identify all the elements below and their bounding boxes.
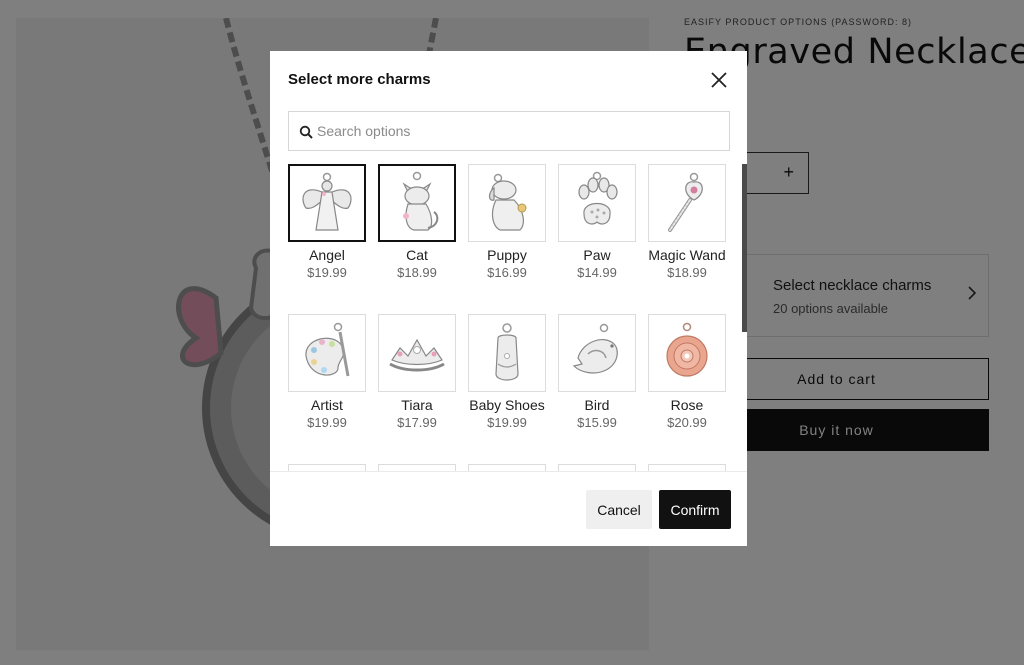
baby-shoe-charm-icon [495,323,519,381]
option-thumbnail [558,464,636,471]
option-thumbnail [468,464,546,471]
option-magic-wand[interactable]: Magic Wand $18.99 [648,164,726,282]
bird-charm-icon [572,323,618,374]
option-name: Bird [584,397,610,413]
option-price: $19.99 [307,265,347,280]
option-name: Tiara [401,397,433,413]
option-price: $17.99 [397,415,437,430]
paw-charm-icon [578,171,618,225]
option-thumbnail-partial[interactable] [558,464,636,471]
option-tiara[interactable]: Tiara $17.99 [378,314,456,432]
option-price: $19.99 [487,415,527,430]
search-input[interactable] [317,112,717,150]
option-price: $16.99 [487,265,527,280]
option-name: Puppy [487,247,527,263]
rose-charm-icon [666,322,708,377]
option-baby-shoes[interactable]: Baby Shoes $19.99 [468,314,546,432]
option-thumbnail [378,164,456,242]
cancel-button[interactable]: Cancel [586,490,652,529]
option-thumbnail [558,164,636,242]
option-price: $18.99 [397,265,437,280]
option-name: Baby Shoes [469,397,545,413]
option-cat[interactable]: Cat $18.99 [378,164,456,282]
artist-palette-charm-icon [305,322,350,377]
option-price: $14.99 [577,265,617,280]
option-thumbnail [468,164,546,242]
option-artist[interactable]: Artist $19.99 [288,314,366,432]
option-thumbnail [648,314,726,392]
option-name: Paw [583,247,611,263]
option-thumbnail-partial[interactable] [468,464,546,471]
option-name: Angel [309,247,345,263]
option-angel[interactable]: Angel $19.99 [288,164,366,282]
puppy-charm-icon [488,173,527,231]
search-icon [299,125,313,139]
search-field[interactable] [288,111,730,151]
option-name: Artist [311,397,343,413]
option-price: $19.99 [307,415,347,430]
option-thumbnail [288,164,366,242]
angel-charm-icon [302,172,352,231]
option-thumbnail [378,464,456,471]
magic-wand-charm-icon [668,172,703,232]
option-thumbnail-partial[interactable] [648,464,726,471]
option-thumbnail [378,314,456,392]
option-thumbnail-partial[interactable] [378,464,456,471]
option-price: $20.99 [667,415,707,430]
option-rose[interactable]: Rose $20.99 [648,314,726,432]
option-thumbnail [648,164,726,242]
option-name: Rose [670,397,704,413]
option-bird[interactable]: Bird $15.99 [558,314,636,432]
option-price: $15.99 [577,415,617,430]
option-thumbnail [288,314,366,392]
option-thumbnail [288,464,366,471]
options-scrollbar[interactable] [742,164,747,332]
option-name: Magic Wand [648,247,726,263]
option-puppy[interactable]: Puppy $16.99 [468,164,546,282]
options-grid[interactable]: Angel $19.99 Cat $18.99 Puppy $16.99 Paw… [270,163,747,471]
confirm-button[interactable]: Confirm [659,490,731,529]
option-paw[interactable]: Paw $14.99 [558,164,636,282]
modal-footer: Cancel Confirm [270,471,747,546]
modal-title: Select more charms [288,71,431,88]
option-thumbnail [648,464,726,471]
close-icon[interactable] [708,69,730,91]
cat-charm-icon [402,171,439,231]
charms-modal: Select more charms Angel $19. [270,51,747,546]
option-price: $18.99 [667,265,707,280]
option-name: Cat [406,247,428,263]
option-thumbnail-partial[interactable] [288,464,366,471]
option-thumbnail [558,314,636,392]
option-thumbnail [468,314,546,392]
tiara-charm-icon [389,338,445,372]
